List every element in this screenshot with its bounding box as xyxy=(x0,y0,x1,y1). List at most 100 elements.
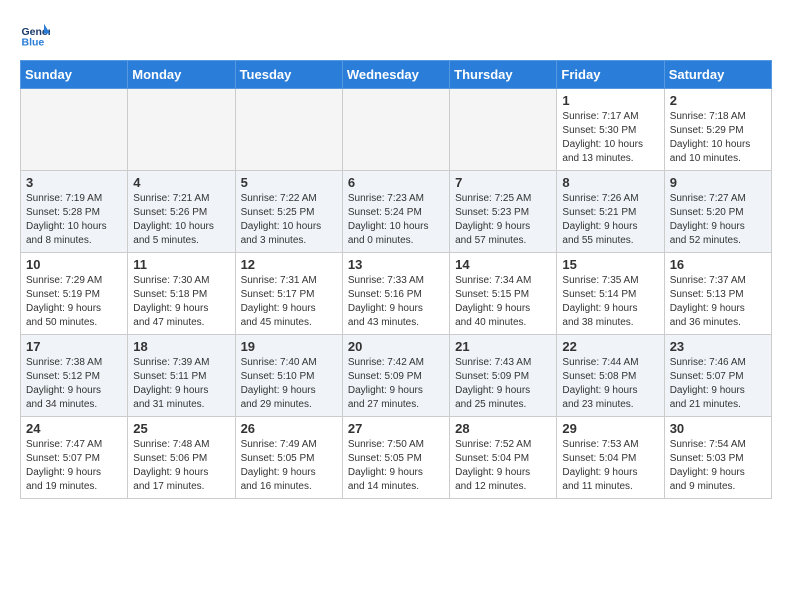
calendar-cell: 26 Sunrise: 7:49 AM Sunset: 5:05 PM Dayli… xyxy=(235,417,342,499)
calendar-week-row: 3 Sunrise: 7:19 AM Sunset: 5:28 PM Daylig… xyxy=(21,171,772,253)
day-number: 11 xyxy=(133,257,229,272)
calendar-cell: 8Sunrise: 7:26 AM Sunset: 5:21 PM Daylig… xyxy=(557,171,664,253)
day-info: Sunrise: 7:53 AM Sunset: 5:04 PM Dayligh… xyxy=(562,438,658,494)
calendar-week-row: 1 Sunrise: 7:17 AM Sunset: 5:30 PM Daylig… xyxy=(21,89,772,171)
day-number: 18 xyxy=(133,339,229,354)
day-info: Sunrise: 7:43 AM Sunset: 5:09 PM Dayligh… xyxy=(455,356,551,412)
calendar-cell: 15 Sunrise: 7:35 AM Sunset: 5:14 PM Dayli… xyxy=(557,253,664,335)
day-info: Sunrise: 7:39 AM Sunset: 5:11 PM Dayligh… xyxy=(133,356,229,412)
day-number: 8 xyxy=(562,175,658,190)
day-info: Sunrise: 7:35 AM Sunset: 5:14 PM Dayligh… xyxy=(562,274,658,330)
calendar-cell: 27 Sunrise: 7:50 AM Sunset: 5:05 PM Dayli… xyxy=(342,417,449,499)
day-number: 15 xyxy=(562,257,658,272)
calendar-cell xyxy=(450,89,557,171)
day-number: 7 xyxy=(455,175,551,190)
calendar-cell: 17Sunrise: 7:38 AM Sunset: 5:12 PM Dayli… xyxy=(21,335,128,417)
calendar-cell: 5 Sunrise: 7:22 AM Sunset: 5:25 PM Daylig… xyxy=(235,171,342,253)
day-of-week-header: Thursday xyxy=(450,61,557,89)
calendar-week-row: 24 Sunrise: 7:47 AM Sunset: 5:07 PM Dayli… xyxy=(21,417,772,499)
calendar-cell xyxy=(21,89,128,171)
day-info: Sunrise: 7:49 AM Sunset: 5:05 PM Dayligh… xyxy=(241,438,337,494)
calendar-cell: 29 Sunrise: 7:53 AM Sunset: 5:04 PM Dayli… xyxy=(557,417,664,499)
day-info: Sunrise: 7:46 AM Sunset: 5:07 PM Dayligh… xyxy=(670,356,766,412)
calendar-cell: 21 Sunrise: 7:43 AM Sunset: 5:09 PM Dayli… xyxy=(450,335,557,417)
logo-icon: General Blue xyxy=(20,20,50,50)
day-of-week-header: Saturday xyxy=(664,61,771,89)
page-header: General Blue xyxy=(20,20,772,50)
day-info: Sunrise: 7:42 AM Sunset: 5:09 PM Dayligh… xyxy=(348,356,444,412)
day-of-week-header: Monday xyxy=(128,61,235,89)
day-number: 19 xyxy=(241,339,337,354)
svg-text:Blue: Blue xyxy=(22,37,45,49)
day-info: Sunrise: 7:18 AM Sunset: 5:29 PM Dayligh… xyxy=(670,110,766,166)
calendar-cell: 14 Sunrise: 7:34 AM Sunset: 5:15 PM Dayli… xyxy=(450,253,557,335)
calendar-cell: 19 Sunrise: 7:40 AM Sunset: 5:10 PM Dayli… xyxy=(235,335,342,417)
calendar-cell: 7Sunrise: 7:25 AM Sunset: 5:23 PM Daylig… xyxy=(450,171,557,253)
calendar-cell: 3 Sunrise: 7:19 AM Sunset: 5:28 PM Daylig… xyxy=(21,171,128,253)
logo: General Blue xyxy=(20,20,50,50)
day-number: 27 xyxy=(348,421,444,436)
calendar-cell: 23 Sunrise: 7:46 AM Sunset: 5:07 PM Dayli… xyxy=(664,335,771,417)
calendar-cell: 1 Sunrise: 7:17 AM Sunset: 5:30 PM Daylig… xyxy=(557,89,664,171)
day-number: 24 xyxy=(26,421,122,436)
day-info: Sunrise: 7:37 AM Sunset: 5:13 PM Dayligh… xyxy=(670,274,766,330)
day-info: Sunrise: 7:29 AM Sunset: 5:19 PM Dayligh… xyxy=(26,274,122,330)
calendar-cell: 11 Sunrise: 7:30 AM Sunset: 5:18 PM Dayli… xyxy=(128,253,235,335)
calendar-cell xyxy=(235,89,342,171)
day-number: 29 xyxy=(562,421,658,436)
day-number: 23 xyxy=(670,339,766,354)
day-number: 14 xyxy=(455,257,551,272)
day-number: 13 xyxy=(348,257,444,272)
day-info: Sunrise: 7:47 AM Sunset: 5:07 PM Dayligh… xyxy=(26,438,122,494)
day-info: Sunrise: 7:40 AM Sunset: 5:10 PM Dayligh… xyxy=(241,356,337,412)
day-number: 3 xyxy=(26,175,122,190)
day-number: 25 xyxy=(133,421,229,436)
calendar-week-row: 17Sunrise: 7:38 AM Sunset: 5:12 PM Dayli… xyxy=(21,335,772,417)
day-number: 22 xyxy=(562,339,658,354)
day-info: Sunrise: 7:17 AM Sunset: 5:30 PM Dayligh… xyxy=(562,110,658,166)
day-number: 2 xyxy=(670,93,766,108)
day-number: 26 xyxy=(241,421,337,436)
day-number: 30 xyxy=(670,421,766,436)
day-number: 10 xyxy=(26,257,122,272)
day-number: 6 xyxy=(348,175,444,190)
day-number: 5 xyxy=(241,175,337,190)
day-info: Sunrise: 7:52 AM Sunset: 5:04 PM Dayligh… xyxy=(455,438,551,494)
day-info: Sunrise: 7:27 AM Sunset: 5:20 PM Dayligh… xyxy=(670,192,766,248)
day-info: Sunrise: 7:38 AM Sunset: 5:12 PM Dayligh… xyxy=(26,356,122,412)
day-of-week-header: Tuesday xyxy=(235,61,342,89)
calendar-header-row: SundayMondayTuesdayWednesdayThursdayFrid… xyxy=(21,61,772,89)
day-of-week-header: Friday xyxy=(557,61,664,89)
day-number: 1 xyxy=(562,93,658,108)
calendar-cell: 22Sunrise: 7:44 AM Sunset: 5:08 PM Dayli… xyxy=(557,335,664,417)
calendar-cell: 24 Sunrise: 7:47 AM Sunset: 5:07 PM Dayli… xyxy=(21,417,128,499)
calendar-cell: 2 Sunrise: 7:18 AM Sunset: 5:29 PM Daylig… xyxy=(664,89,771,171)
day-number: 16 xyxy=(670,257,766,272)
calendar-cell: 12 Sunrise: 7:31 AM Sunset: 5:17 PM Dayli… xyxy=(235,253,342,335)
calendar-cell: 4 Sunrise: 7:21 AM Sunset: 5:26 PM Daylig… xyxy=(128,171,235,253)
day-number: 4 xyxy=(133,175,229,190)
calendar-cell xyxy=(342,89,449,171)
calendar-cell: 30Sunrise: 7:54 AM Sunset: 5:03 PM Dayli… xyxy=(664,417,771,499)
day-info: Sunrise: 7:21 AM Sunset: 5:26 PM Dayligh… xyxy=(133,192,229,248)
day-number: 12 xyxy=(241,257,337,272)
calendar-cell: 10 Sunrise: 7:29 AM Sunset: 5:19 PM Dayli… xyxy=(21,253,128,335)
day-info: Sunrise: 7:19 AM Sunset: 5:28 PM Dayligh… xyxy=(26,192,122,248)
calendar-cell: 13 Sunrise: 7:33 AM Sunset: 5:16 PM Dayli… xyxy=(342,253,449,335)
calendar-cell: 28Sunrise: 7:52 AM Sunset: 5:04 PM Dayli… xyxy=(450,417,557,499)
day-info: Sunrise: 7:48 AM Sunset: 5:06 PM Dayligh… xyxy=(133,438,229,494)
day-of-week-header: Sunday xyxy=(21,61,128,89)
calendar-body: 1 Sunrise: 7:17 AM Sunset: 5:30 PM Daylig… xyxy=(21,89,772,499)
day-info: Sunrise: 7:34 AM Sunset: 5:15 PM Dayligh… xyxy=(455,274,551,330)
day-info: Sunrise: 7:33 AM Sunset: 5:16 PM Dayligh… xyxy=(348,274,444,330)
day-number: 21 xyxy=(455,339,551,354)
day-info: Sunrise: 7:50 AM Sunset: 5:05 PM Dayligh… xyxy=(348,438,444,494)
calendar-cell: 25 Sunrise: 7:48 AM Sunset: 5:06 PM Dayli… xyxy=(128,417,235,499)
calendar-cell: 18 Sunrise: 7:39 AM Sunset: 5:11 PM Dayli… xyxy=(128,335,235,417)
day-info: Sunrise: 7:22 AM Sunset: 5:25 PM Dayligh… xyxy=(241,192,337,248)
calendar-week-row: 10 Sunrise: 7:29 AM Sunset: 5:19 PM Dayli… xyxy=(21,253,772,335)
day-info: Sunrise: 7:23 AM Sunset: 5:24 PM Dayligh… xyxy=(348,192,444,248)
calendar-table: SundayMondayTuesdayWednesdayThursdayFrid… xyxy=(20,60,772,499)
day-info: Sunrise: 7:31 AM Sunset: 5:17 PM Dayligh… xyxy=(241,274,337,330)
day-info: Sunrise: 7:30 AM Sunset: 5:18 PM Dayligh… xyxy=(133,274,229,330)
